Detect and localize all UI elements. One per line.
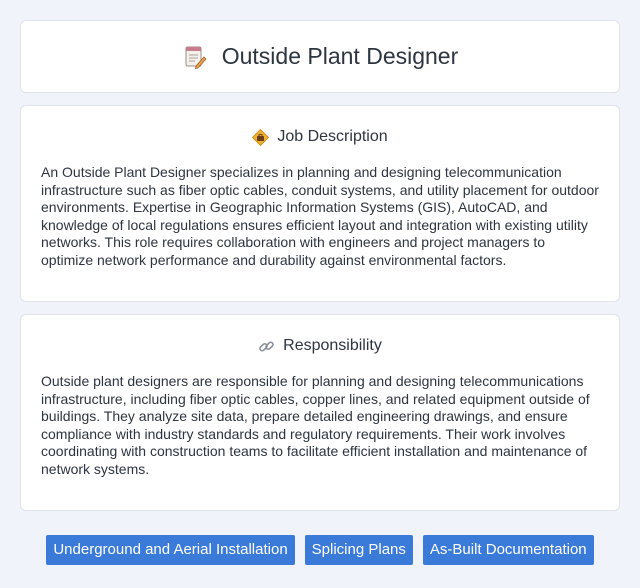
tag-splicing-plans[interactable]: Splicing Plans xyxy=(304,535,413,565)
responsibility-title: Responsibility xyxy=(283,337,382,354)
page-title: Outside Plant Designer xyxy=(182,43,459,70)
responsibility-heading: Responsibility xyxy=(21,337,619,355)
page-title-text: Outside Plant Designer xyxy=(221,43,459,69)
skill-tags: Underground and Aerial Installation Spli… xyxy=(0,535,640,565)
diamond-briefcase-icon xyxy=(252,128,270,146)
job-description-title: Job Description xyxy=(277,128,388,145)
tag-underground-aerial-installation[interactable]: Underground and Aerial Installation xyxy=(46,535,295,565)
responsibility-card: Responsibility Outside plant designers a… xyxy=(20,314,620,511)
title-card: Outside Plant Designer xyxy=(20,20,620,93)
link-icon xyxy=(259,340,274,352)
responsibility-text: Outside plant designers are responsible … xyxy=(41,373,590,477)
job-description-text: An Outside Plant Designer specializes in… xyxy=(41,164,599,268)
job-description-heading: Job Description xyxy=(21,128,619,146)
tag-as-built-documentation[interactable]: As-Built Documentation xyxy=(422,535,594,565)
document-pencil-icon xyxy=(185,46,207,69)
job-description-card: Job Description An Outside Plant Designe… xyxy=(20,105,620,302)
